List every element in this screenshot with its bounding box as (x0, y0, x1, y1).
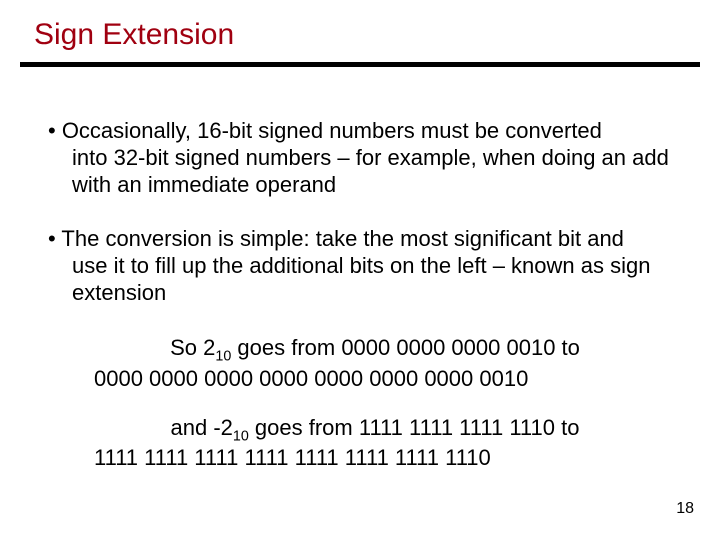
slide: Sign Extension • Occasionally, 16-bit si… (0, 0, 720, 540)
bullet-1: • Occasionally, 16-bit signed numbers mu… (48, 118, 676, 198)
example-pos2-line1: So 210 goes from 0000 0000 0000 0010 to (80, 335, 670, 366)
example-neg2-prefix: and -2 (171, 415, 233, 440)
slide-title: Sign Extension (34, 18, 234, 52)
bullet-1-rest: into 32-bit signed numbers – for example… (48, 145, 676, 199)
example-pos2: So 210 goes from 0000 0000 0000 0010 to … (80, 335, 670, 393)
bullet-2-line1: • The conversion is simple: take the mos… (48, 226, 624, 251)
example-pos2-prefix: So 2 (170, 335, 215, 360)
slide-body: • Occasionally, 16-bit signed numbers mu… (48, 118, 676, 494)
example-pos2-line2: 0000 0000 0000 0000 0000 0000 0000 0010 (80, 366, 670, 393)
example-neg2: and -210 goes from 1111 1111 1111 1110 t… (80, 415, 670, 473)
example-neg2-sub: 10 (233, 428, 249, 444)
page-number: 18 (676, 500, 694, 518)
example-pos2-mid: goes from 0000 0000 0000 0010 to (231, 335, 580, 360)
example-neg2-line1: and -210 goes from 1111 1111 1111 1110 t… (80, 415, 670, 446)
title-divider (20, 62, 700, 67)
bullet-2-rest: use it to fill up the additional bits on… (48, 253, 676, 307)
example-neg2-line2: 1111 1111 1111 1111 1111 1111 1111 1110 (80, 445, 670, 472)
example-neg2-mid: goes from 1111 1111 1111 1110 to (249, 415, 580, 440)
bullet-2: • The conversion is simple: take the mos… (48, 226, 676, 306)
bullet-1-line1: • Occasionally, 16-bit signed numbers mu… (48, 118, 602, 143)
examples: So 210 goes from 0000 0000 0000 0010 to … (80, 335, 670, 472)
example-pos2-sub: 10 (215, 348, 231, 364)
